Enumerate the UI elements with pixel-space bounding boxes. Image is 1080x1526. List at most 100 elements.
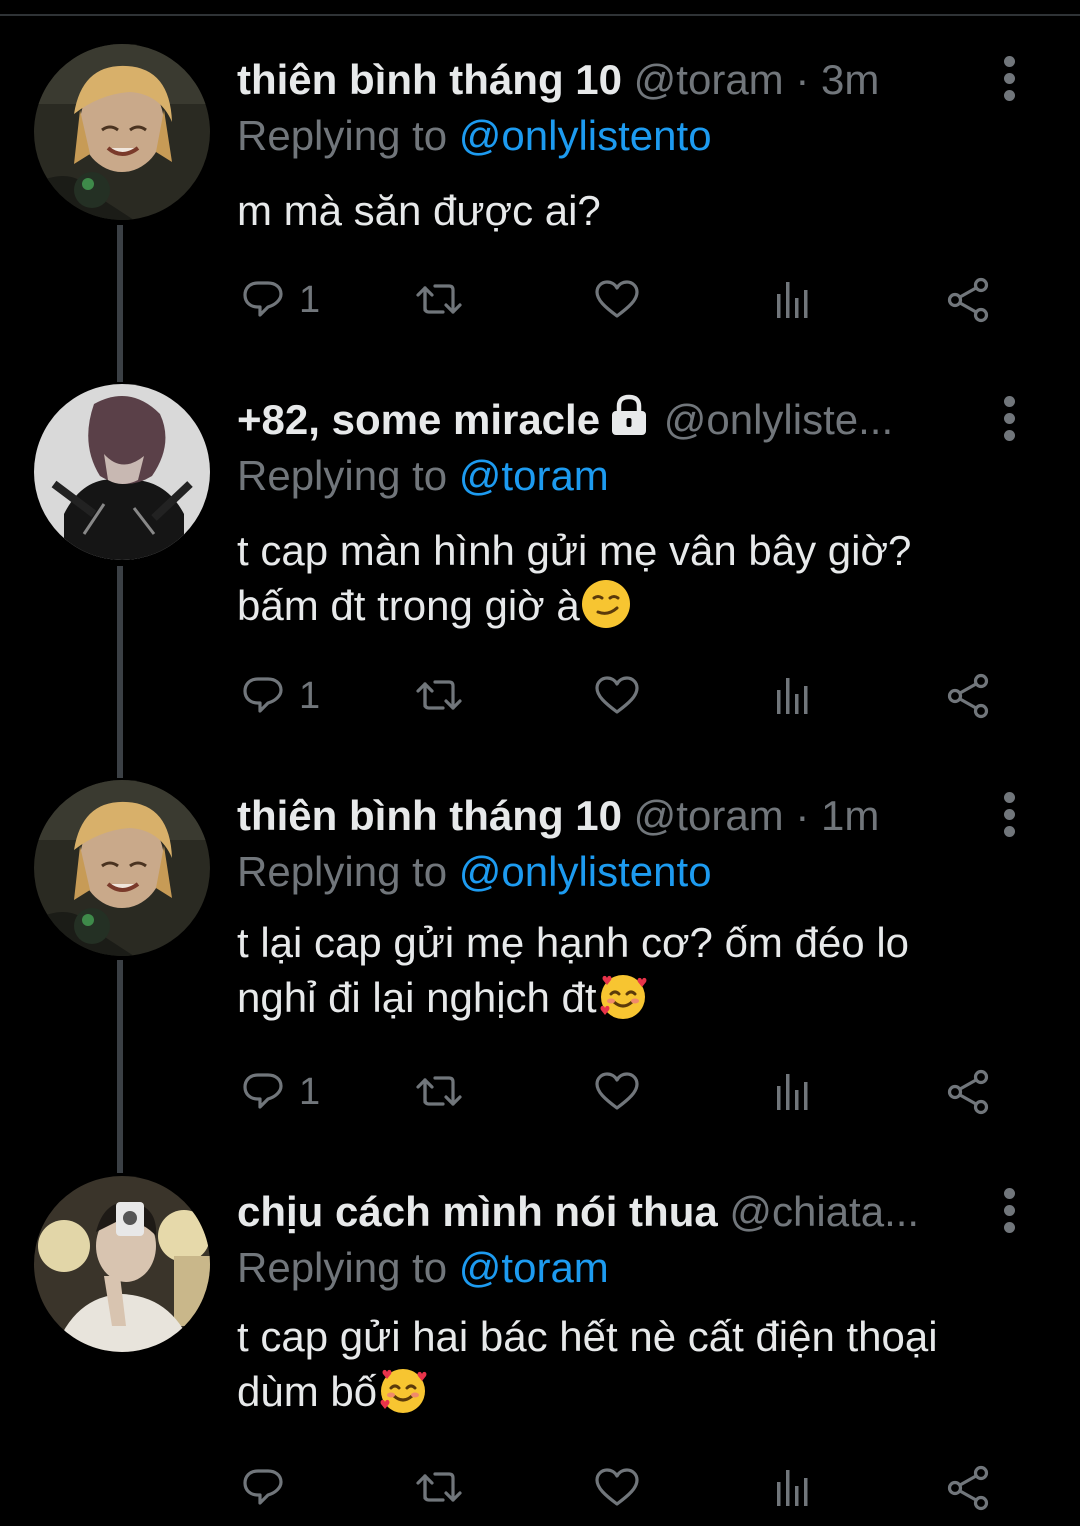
user-handle[interactable]: @onlyliste... <box>664 396 893 443</box>
lock-icon <box>612 394 647 435</box>
reply-button[interactable] <box>237 1458 299 1518</box>
reply-button[interactable]: 1 <box>237 1062 320 1122</box>
display-name[interactable]: chịu cách mình nói thua <box>237 1188 718 1235</box>
avatar[interactable] <box>34 44 210 220</box>
retweet-button[interactable] <box>413 270 465 330</box>
reply-count: 1 <box>299 674 321 717</box>
analytics-button[interactable] <box>767 666 819 726</box>
replying-label: Replying to <box>237 848 448 895</box>
analytics-icon <box>777 282 808 318</box>
share-icon <box>947 673 989 719</box>
action-bar: 1 <box>237 1062 1017 1122</box>
like-button[interactable] <box>591 666 643 726</box>
analytics-icon <box>777 1470 808 1506</box>
retweet-button[interactable] <box>413 666 465 726</box>
reply-icon <box>243 281 283 317</box>
mention-link[interactable]: @onlylistento <box>459 112 712 159</box>
reply-button[interactable]: 1 <box>237 270 320 330</box>
retweet-button[interactable] <box>413 1062 465 1122</box>
reply-count: 1 <box>299 1070 321 1113</box>
retweet-icon <box>416 1472 462 1502</box>
tweet-header: thiên bình tháng 10 @toram · 3m <box>237 52 957 108</box>
retweet-icon <box>416 1076 462 1106</box>
replying-to: Replying to @onlylistento <box>237 108 712 164</box>
top-divider <box>0 0 1080 16</box>
tweet-text-line: nghỉ đi lại nghịch đt <box>237 974 597 1021</box>
tweet-header: thiên bình tháng 10 @toram · 1m <box>237 788 957 844</box>
user-handle[interactable]: @toram <box>634 56 784 103</box>
mention-link[interactable]: @toram <box>459 1244 609 1291</box>
avatar[interactable] <box>34 780 210 956</box>
tweet-text-line: bấm đt trong giờ à <box>237 582 580 629</box>
share-button[interactable] <box>943 1062 995 1122</box>
tweet-text: t cap gửi hai bác hết nè cất điện thoại … <box>237 1310 1037 1419</box>
display-name[interactable]: thiên bình tháng 10 <box>237 792 622 839</box>
like-button[interactable] <box>591 270 643 330</box>
tweet-text: t cap màn hình gửi mẹ vân bây giờ? bấm đ… <box>237 524 1037 633</box>
display-name[interactable]: thiên bình tháng 10 <box>237 56 622 103</box>
avatar[interactable] <box>34 1176 210 1352</box>
timestamp[interactable]: · 1m <box>795 792 879 839</box>
reply-icon <box>243 677 283 713</box>
mention-link[interactable]: @onlylistento <box>459 848 712 895</box>
analytics-button[interactable] <box>767 1458 819 1518</box>
share-icon <box>947 1465 989 1511</box>
tweet-header: chịu cách mình nói thua @chiata... <box>237 1184 957 1240</box>
more-icon[interactable] <box>995 1188 1023 1236</box>
tweet[interactable]: thiên bình tháng 10 @toram · 1m Replying… <box>0 780 1080 1170</box>
replying-to: Replying to @toram <box>237 448 609 504</box>
action-bar: 1 <box>237 666 1017 726</box>
avatar[interactable] <box>34 384 210 560</box>
user-handle[interactable]: @chiata... <box>729 1188 919 1235</box>
analytics-button[interactable] <box>767 1062 819 1122</box>
share-button[interactable] <box>943 666 995 726</box>
tweet-header: +82, some miracle @onlyliste... <box>237 392 957 448</box>
replying-label: Replying to <box>237 452 448 499</box>
like-icon <box>595 676 639 714</box>
share-icon <box>947 277 989 323</box>
analytics-icon <box>777 1074 808 1110</box>
like-button[interactable] <box>591 1062 643 1122</box>
reply-icon <box>243 1469 283 1505</box>
analytics-button[interactable] <box>767 270 819 330</box>
more-icon[interactable] <box>995 792 1023 840</box>
share-icon <box>947 1069 989 1115</box>
tweet-text: m mà săn được ai? <box>237 184 1037 238</box>
retweet-icon <box>416 680 462 710</box>
tweet[interactable]: chịu cách mình nói thua @chiata... Reply… <box>0 1176 1080 1526</box>
action-bar: 1 <box>237 270 1017 330</box>
tweet-text: t lại cap gửi mẹ hạnh cơ? ốm đéo lo nghỉ… <box>237 916 1037 1025</box>
replying-to: Replying to @onlylistento <box>237 844 712 900</box>
smiling-face-with-hearts-emoji <box>377 1364 429 1416</box>
tweet-text-line: dùm bố <box>237 1368 378 1415</box>
more-icon[interactable] <box>995 56 1023 104</box>
replying-label: Replying to <box>237 112 448 159</box>
like-button[interactable] <box>591 1458 643 1518</box>
tweet-text-line: t lại cap gửi mẹ hạnh cơ? ốm đéo lo <box>237 919 910 966</box>
analytics-icon <box>777 678 808 714</box>
tweet[interactable]: +82, some miracle @onlyliste... Replying… <box>0 384 1080 774</box>
tweet-text-line: t cap màn hình gửi mẹ vân bây giờ? <box>237 527 912 574</box>
retweet-button[interactable] <box>413 1458 465 1518</box>
timestamp[interactable]: · 3m <box>795 56 879 103</box>
share-button[interactable] <box>943 1458 995 1518</box>
like-icon <box>595 1072 639 1110</box>
replying-to: Replying to @toram <box>237 1240 609 1296</box>
replying-label: Replying to <box>237 1244 448 1291</box>
action-bar <box>237 1458 1017 1518</box>
reply-count: 1 <box>299 278 321 321</box>
smirking-face-emoji <box>580 578 632 630</box>
smiling-face-with-hearts-emoji <box>597 970 649 1022</box>
user-handle[interactable]: @toram <box>634 792 784 839</box>
mention-link[interactable]: @toram <box>459 452 609 499</box>
like-icon <box>595 1468 639 1506</box>
more-icon[interactable] <box>995 396 1023 444</box>
share-button[interactable] <box>943 270 995 330</box>
display-name[interactable]: +82, some miracle <box>237 396 600 443</box>
tweet-text-line: m mà săn được ai? <box>237 187 601 234</box>
reply-button[interactable]: 1 <box>237 666 320 726</box>
tweet-text-line: t cap gửi hai bác hết nè cất điện thoại <box>237 1313 938 1360</box>
tweet[interactable]: thiên bình tháng 10 @toram · 3m Replying… <box>0 44 1080 374</box>
reply-icon <box>243 1073 283 1109</box>
retweet-icon <box>416 284 462 314</box>
